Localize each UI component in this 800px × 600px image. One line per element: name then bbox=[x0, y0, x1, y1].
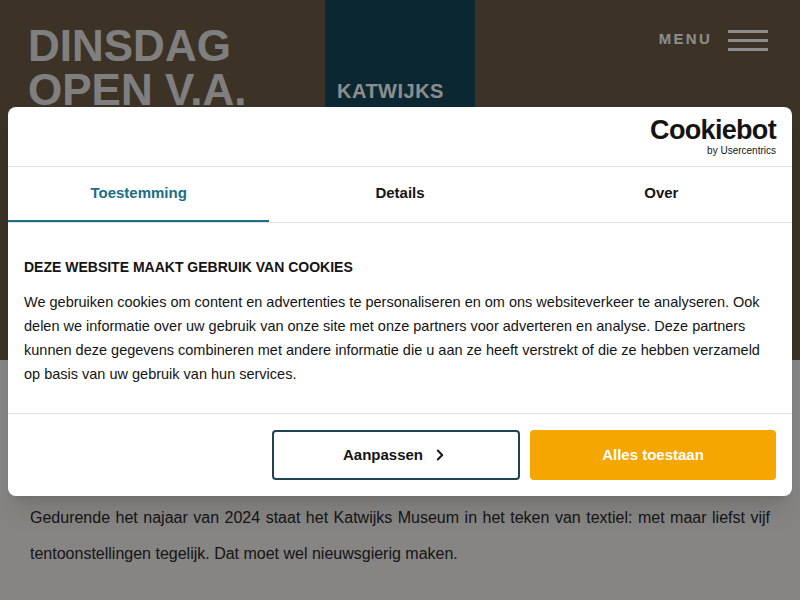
app: DINSDAGOPEN V.A.KATWIJKSMENUGedurende he… bbox=[0, 0, 800, 600]
dialog-title: DEZE WEBSITE MAAKT GEBRUIK VAN COOKIES bbox=[24, 257, 776, 278]
dialog-tab[interactable]: Toestemming bbox=[8, 167, 269, 222]
cookie-dialog: Cookiebotby Usercentrics ToestemmingDetai… bbox=[8, 107, 792, 496]
dialog-tab[interactable]: Over bbox=[531, 167, 792, 222]
dialog-text: We gebruiken cookies om content en adver… bbox=[24, 290, 776, 386]
allow-all-button[interactable]: Alles toestaan bbox=[530, 430, 776, 480]
dialog-header: Cookiebotby Usercentrics bbox=[8, 107, 792, 167]
chevron-right-icon bbox=[431, 446, 449, 464]
dialog-body: DEZE WEBSITE MAAKT GEBRUIK VAN COOKIES We… bbox=[8, 223, 792, 413]
dialog-footer: AanpassenAlles toestaan bbox=[8, 413, 792, 496]
dialog-tab[interactable]: Details bbox=[269, 167, 530, 222]
cookiebot-logo: Cookiebotby Usercentrics bbox=[650, 117, 776, 156]
dialog-tabs: ToestemmingDetailsOver bbox=[8, 167, 792, 223]
customize-button[interactable]: Aanpassen bbox=[272, 430, 520, 480]
